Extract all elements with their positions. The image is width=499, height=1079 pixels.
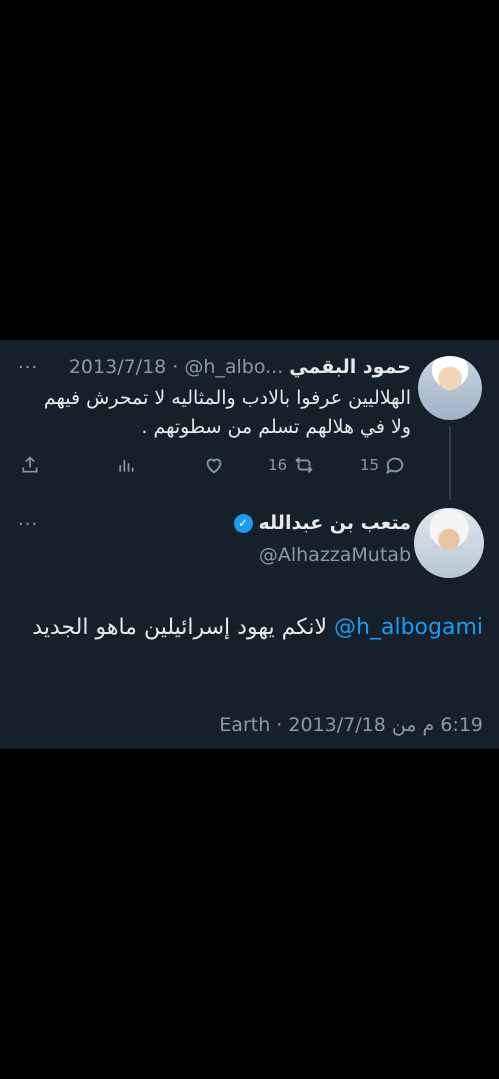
views-button[interactable] xyxy=(116,450,136,480)
more-options-icon[interactable]: ··· xyxy=(18,357,38,378)
reply-button[interactable]: 15 xyxy=(360,450,406,480)
thread-connector-line xyxy=(449,426,451,500)
retweet-icon xyxy=(295,457,313,473)
reply-count: 15 xyxy=(360,456,380,474)
more-options-icon[interactable]: ··· xyxy=(18,514,38,535)
author-name[interactable]: حمود البقمي xyxy=(289,356,411,378)
tweet-body: لانكم يهود إسرائيلين ماهو الجديد xyxy=(32,615,328,640)
author-name[interactable]: متعب بن عبدالله xyxy=(259,512,411,534)
heart-icon xyxy=(206,458,222,474)
tweet-date[interactable]: 2013/7/18 xyxy=(69,356,166,378)
verified-badge-icon: ✓ xyxy=(233,513,253,533)
avatar[interactable] xyxy=(418,356,482,420)
mention-link[interactable]: @h_albogami xyxy=(334,615,483,640)
share-icon xyxy=(22,456,38,473)
parent-tweet-header: حمود البقمي @h_albo... · 2013/7/18 xyxy=(69,354,411,380)
retweet-button[interactable]: 16 xyxy=(268,450,315,480)
tweet-thread-card: حمود البقمي @h_albo... · 2013/7/18 ··· ا… xyxy=(0,340,499,749)
like-button[interactable] xyxy=(203,450,225,480)
reply-icon xyxy=(386,457,404,475)
tweet-meta: 6:19 م من Earth · 2013/7/18 xyxy=(219,714,483,736)
avatar[interactable] xyxy=(414,508,484,578)
main-tweet-header: متعب بن عبدالله ✓ xyxy=(233,512,411,534)
parent-tweet-text: الهلاليين عرفوا بالادب والمثاليه لا تمحر… xyxy=(43,387,411,438)
author-handle[interactable]: @h_albo... xyxy=(184,356,283,378)
author-handle[interactable]: @AlhazzaMutab xyxy=(259,544,411,566)
main-tweet-text: @h_albogami لانكم يهود إسرائيلين ماهو ال… xyxy=(13,611,483,645)
share-button[interactable] xyxy=(20,450,40,480)
separator: · xyxy=(172,356,179,378)
retweet-count: 16 xyxy=(268,456,288,474)
analytics-icon xyxy=(119,460,134,472)
